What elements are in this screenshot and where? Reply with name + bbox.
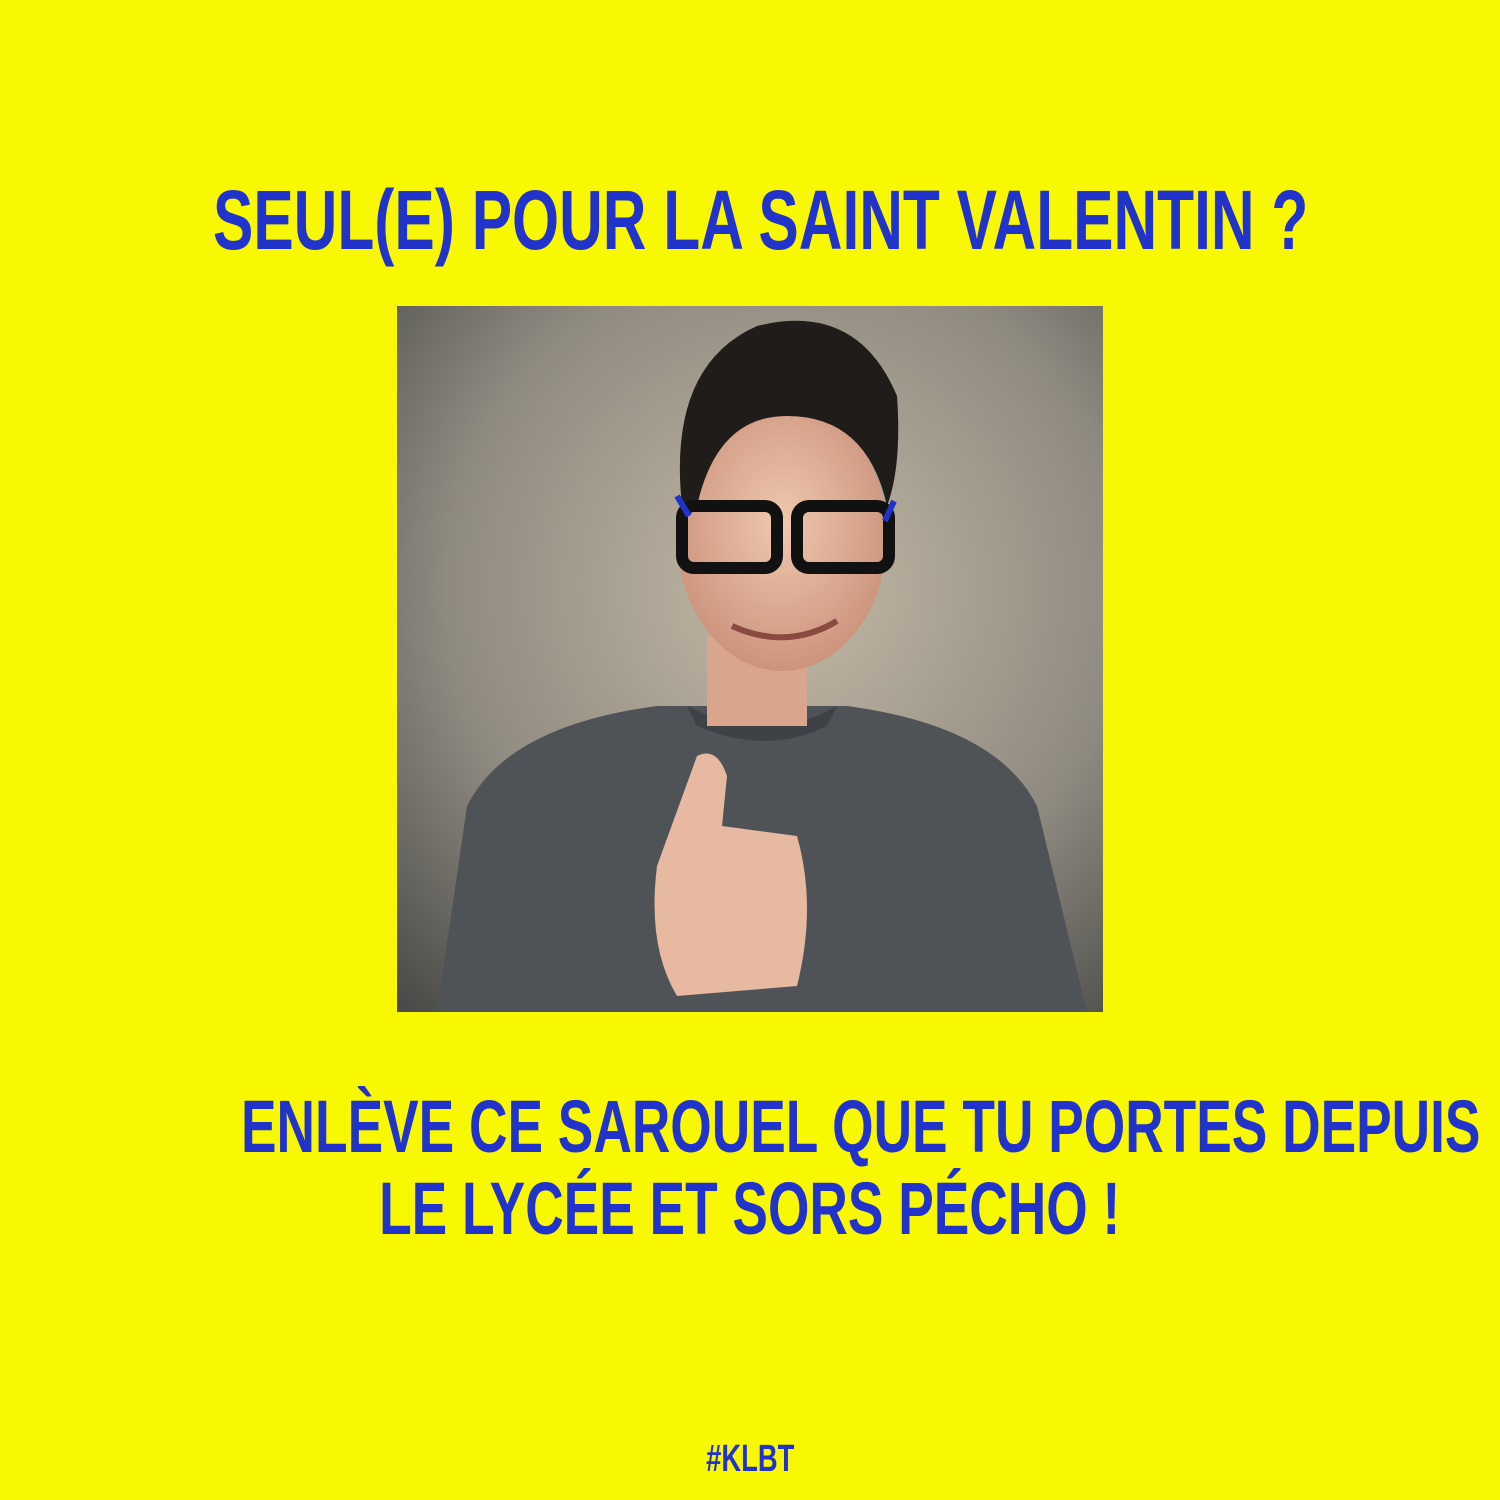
poster-title: SEUL(E) POUR LA SAINT VALENTIN ? [0,172,1500,269]
hashtag: #KLBT [0,1438,1500,1481]
subtitle-line-1: ENLÈVE CE SAROUEL QUE TU PORTES DEPUIS [0,1084,1500,1169]
subtitle-line-2-text: LE LYCÉE ET SORS PÉCHO ! [379,1167,1121,1250]
photo-man-thumbs-up [397,306,1103,1012]
subtitle-line-1-text: ENLÈVE CE SAROUEL QUE TU PORTES DEPUIS [241,1085,1481,1168]
hashtag-text: #KLBT [705,1438,795,1480]
title-text: SEUL(E) POUR LA SAINT VALENTIN ? [212,173,1309,267]
subtitle-line-2: LE LYCÉE ET SORS PÉCHO ! [0,1166,1500,1251]
